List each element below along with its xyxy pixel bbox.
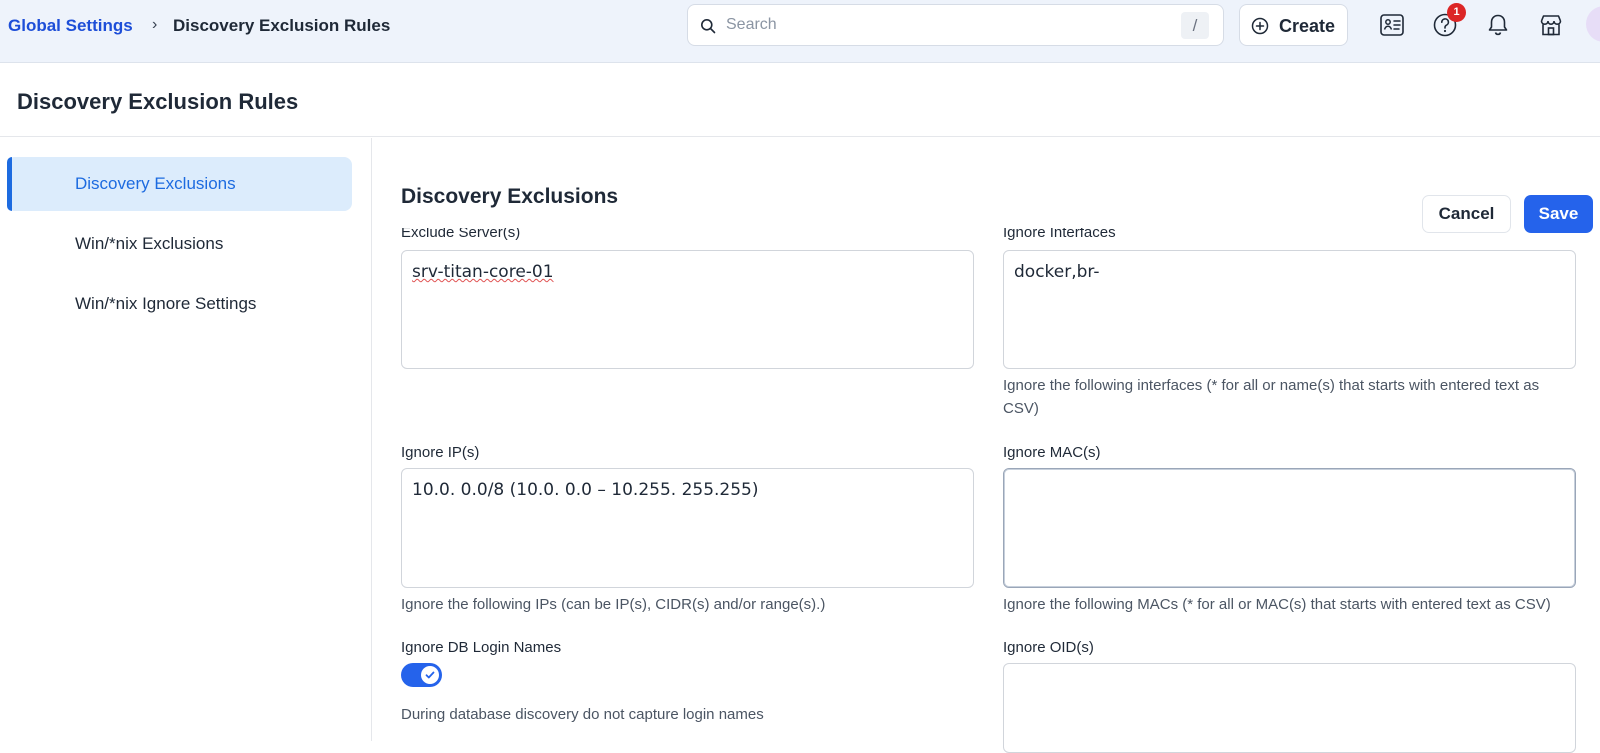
ignore-oids-field[interactable] xyxy=(1003,663,1576,753)
exclude-servers-label: Exclude Server(s) xyxy=(401,228,521,241)
create-button[interactable]: Create xyxy=(1239,4,1348,46)
ignore-interfaces-field[interactable]: docker,br- xyxy=(1003,250,1576,369)
ignore-db-login-label: Ignore DB Login Names xyxy=(401,639,562,656)
ignore-ips-field[interactable]: 10.0. 0.0/8 (10.0. 0.0 – 10.255. 255.255… xyxy=(401,468,974,588)
ignore-db-login-toggle[interactable] xyxy=(401,663,442,687)
section-title: Discovery Exclusions xyxy=(401,185,619,208)
sidebar-item-label: Win/*nix Exclusions xyxy=(75,234,224,253)
sidebar-item-winnix-ignore-settings[interactable]: Win/*nix Ignore Settings xyxy=(7,277,352,331)
exclude-servers-field[interactable]: srv-titan-core-01 xyxy=(401,250,974,369)
breadcrumb-global-settings[interactable]: Global Settings xyxy=(8,16,133,36)
create-button-label: Create xyxy=(1279,16,1336,36)
ignore-ips-help: Ignore the following IPs (can be IP(s), … xyxy=(401,596,826,613)
settings-sidebar: Discovery Exclusions Win/*nix Exclusions… xyxy=(0,138,372,741)
toggle-knob xyxy=(421,666,439,684)
tasks-icon[interactable] xyxy=(1378,11,1406,39)
ignore-macs-label: Ignore MAC(s) xyxy=(1003,444,1101,461)
scrolled-labels-row: Exclude Server(s) Ignore Interfaces xyxy=(401,228,1591,242)
ignore-macs-field[interactable] xyxy=(1003,468,1576,588)
search-input[interactable] xyxy=(726,11,1156,39)
sidebar-item-label: Discovery Exclusions xyxy=(75,174,236,193)
search-box[interactable]: / xyxy=(687,4,1224,46)
ignore-macs-help: Ignore the following MACs (* for all or … xyxy=(1003,596,1551,613)
search-icon xyxy=(701,19,716,34)
plus-circle-icon xyxy=(1251,17,1269,35)
sidebar-item-label: Win/*nix Ignore Settings xyxy=(75,294,257,313)
ignore-db-login-help: During database discovery do not capture… xyxy=(401,706,764,723)
breadcrumb-separator: › xyxy=(152,16,158,33)
check-icon xyxy=(425,671,435,679)
help-notification-badge: 1 xyxy=(1447,3,1466,22)
breadcrumb-current: Discovery Exclusion Rules xyxy=(173,16,391,35)
ignore-interfaces-help: Ignore the following interfaces (* for a… xyxy=(1003,377,1540,417)
ignore-oids-label: Ignore OID(s) xyxy=(1003,639,1094,656)
sidebar-item-discovery-exclusions[interactable]: Discovery Exclusions xyxy=(7,157,352,211)
sidebar-item-winnix-exclusions[interactable]: Win/*nix Exclusions xyxy=(7,217,352,271)
ignore-ips-label: Ignore IP(s) xyxy=(401,444,480,461)
page-title: Discovery Exclusion Rules xyxy=(17,89,299,114)
search-shortcut-hint: / xyxy=(1181,12,1209,39)
page-header: Discovery Exclusion Rules xyxy=(0,63,1600,137)
store-icon[interactable] xyxy=(1537,11,1565,39)
bell-icon[interactable] xyxy=(1484,11,1512,39)
ignore-interfaces-label: Ignore Interfaces xyxy=(1003,228,1116,241)
exclude-servers-value: srv-titan-core-01 xyxy=(412,262,554,282)
avatar[interactable] xyxy=(1586,6,1600,42)
top-bar: Global Settings › Discovery Exclusion Ru… xyxy=(0,0,1600,63)
